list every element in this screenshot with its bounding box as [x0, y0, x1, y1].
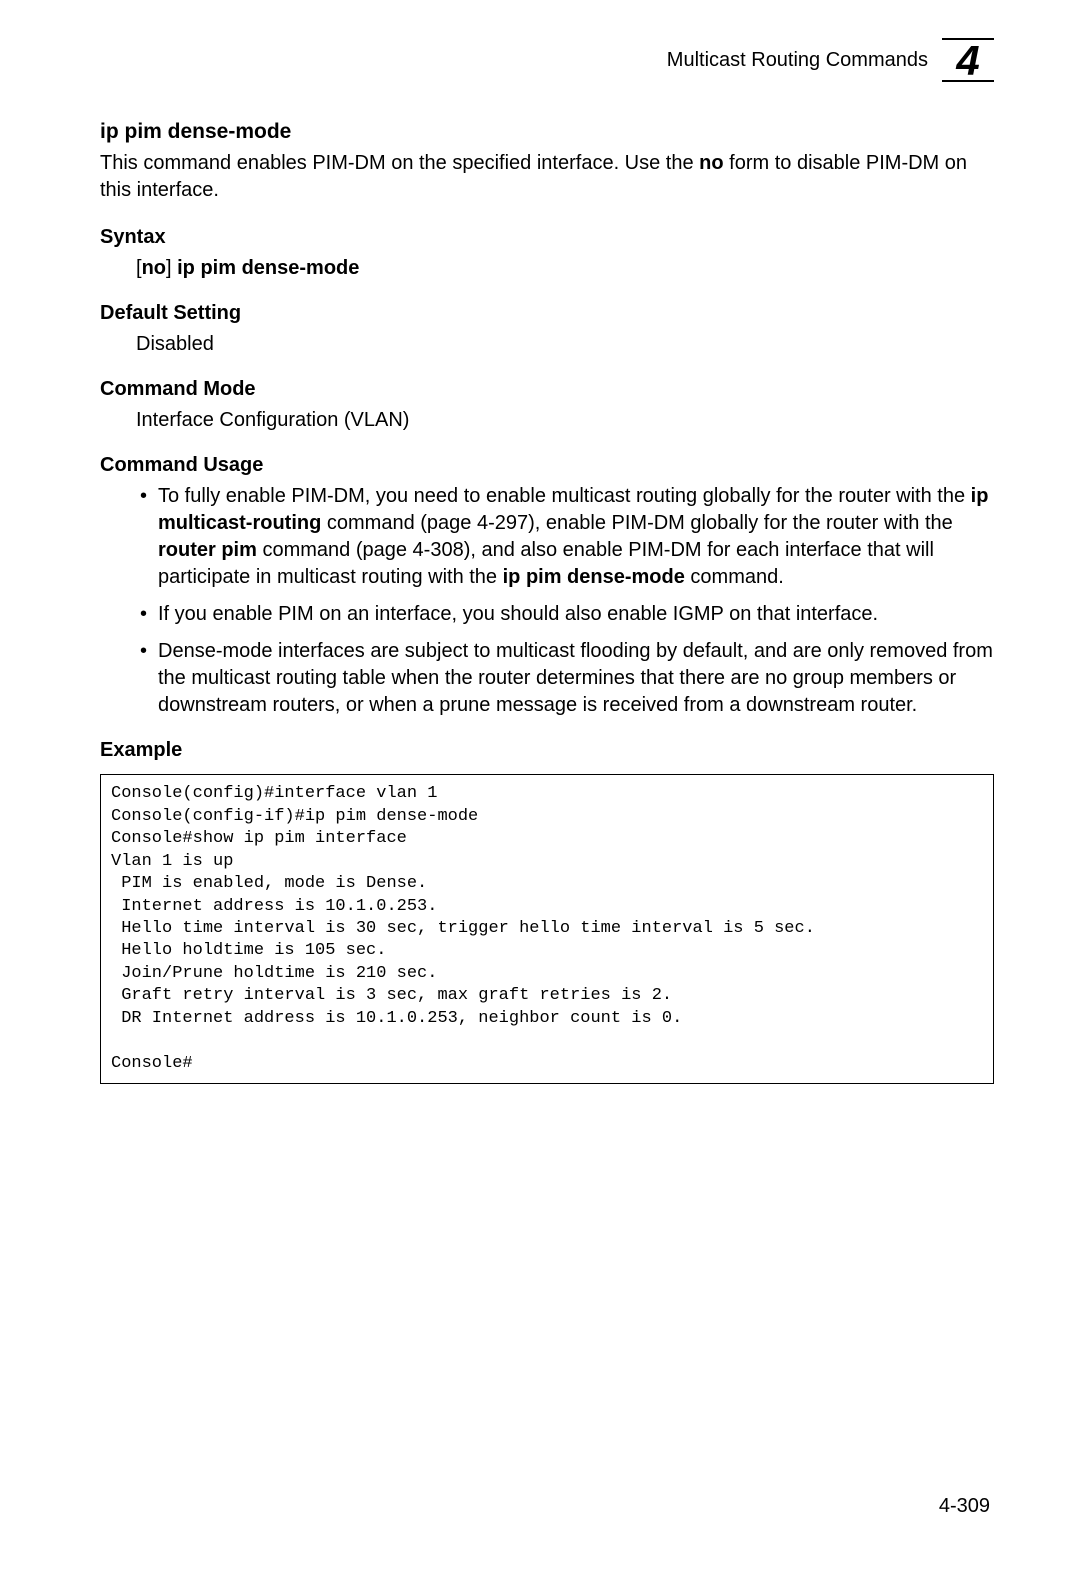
command-name: ip pim dense-mode [100, 118, 994, 146]
command-mode-value: Interface Configuration (VLAN) [100, 407, 994, 434]
command-description: This command enables PIM-DM on the speci… [100, 150, 994, 204]
default-setting-label: Default Setting [100, 300, 994, 327]
default-setting-value: Disabled [100, 331, 994, 358]
usage-b3: ip pim dense-mode [503, 566, 685, 588]
document-body: ip pim dense-mode This command enables P… [100, 118, 994, 1084]
list-item: Dense-mode interfaces are subject to mul… [136, 638, 994, 719]
usage-p1: Dense-mode interfaces are subject to mul… [158, 640, 993, 716]
usage-b2: router pim [158, 539, 257, 561]
command-mode-label: Command Mode [100, 376, 994, 403]
desc-part1: This command enables PIM-DM on the speci… [100, 152, 699, 174]
usage-p2: command (page 4-297), enable PIM-DM glob… [321, 512, 952, 534]
svg-text:4: 4 [955, 38, 979, 82]
usage-p4: command. [685, 566, 784, 588]
usage-p1: To fully enable PIM-DM, you need to enab… [158, 485, 971, 507]
command-usage-list: To fully enable PIM-DM, you need to enab… [100, 483, 994, 719]
desc-no-bold: no [699, 152, 723, 174]
syntax-close-bracket: ] [166, 257, 177, 279]
command-usage-label: Command Usage [100, 452, 994, 479]
page-header: Multicast Routing Commands 4 [100, 38, 994, 82]
list-item: If you enable PIM on an interface, you s… [136, 601, 994, 628]
example-label: Example [100, 737, 994, 764]
page-number: 4-309 [939, 1493, 990, 1520]
example-code-block: Console(config)#interface vlan 1 Console… [100, 774, 994, 1084]
syntax-cmd-bold: ip pim dense-mode [177, 257, 359, 279]
list-item: To fully enable PIM-DM, you need to enab… [136, 483, 994, 591]
section-title: Multicast Routing Commands [667, 47, 928, 74]
syntax-text: [no] ip pim dense-mode [100, 255, 994, 282]
usage-p1: If you enable PIM on an interface, you s… [158, 603, 878, 625]
syntax-no-bold: no [142, 257, 166, 279]
chapter-number-icon: 4 [942, 38, 994, 82]
syntax-label: Syntax [100, 224, 994, 251]
